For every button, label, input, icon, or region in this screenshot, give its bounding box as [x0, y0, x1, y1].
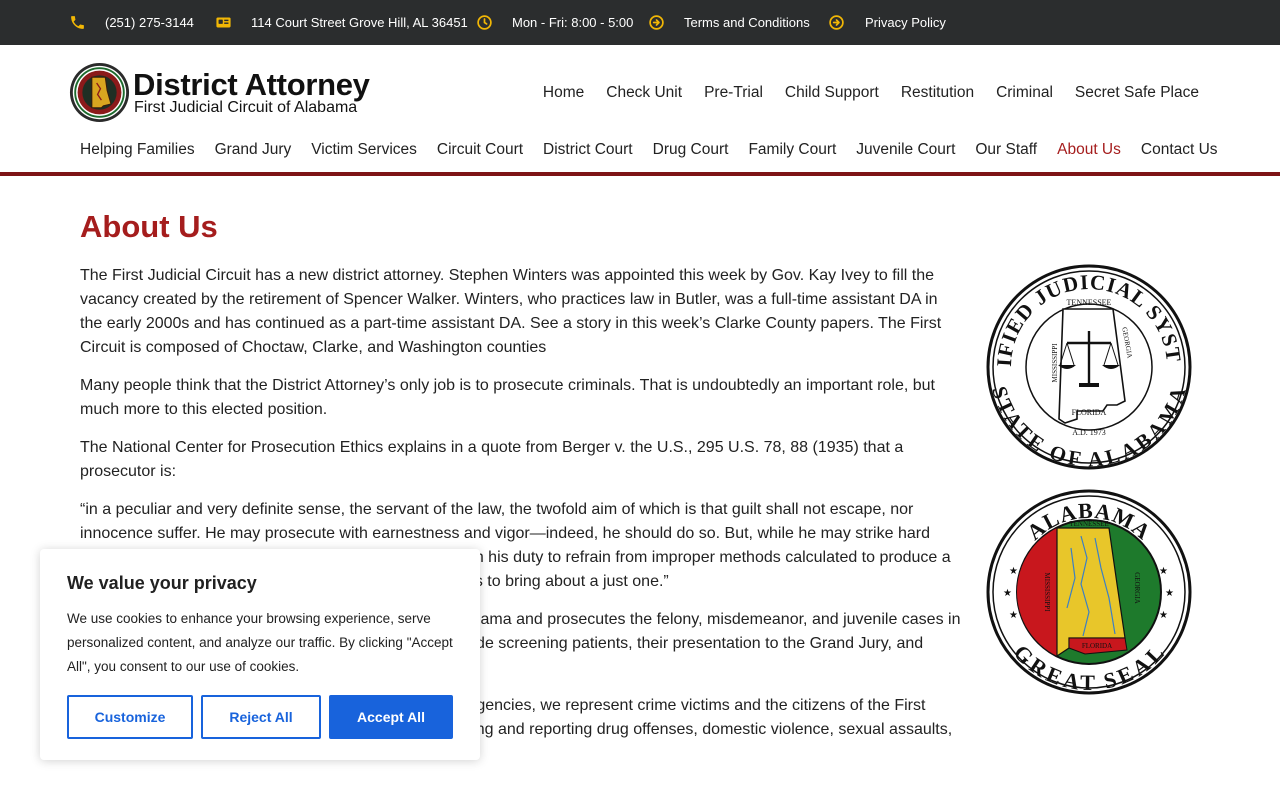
nav-child-support[interactable]: Child Support [785, 84, 879, 102]
paragraph: The First Judicial Circuit has a new dis… [80, 267, 942, 356]
star-icon: ★ [1003, 588, 1012, 599]
nav-secret-safe-place[interactable]: Secret Safe Place [1075, 84, 1199, 102]
star-icon: ★ [1159, 610, 1168, 621]
privacy-link[interactable]: Privacy Policy [865, 0, 946, 45]
top-bar: (251) 275-3144 114 Court Street Grove Hi… [0, 0, 1280, 45]
seal2-north: TENNESSEE [1069, 520, 1108, 528]
cookie-title: We value your privacy [67, 573, 257, 593]
phone-icon [71, 16, 84, 29]
cookie-consent-banner: We value your privacy We use cookies to … [40, 549, 480, 760]
nav-about-us[interactable]: About Us [1057, 141, 1121, 159]
logo-seal-icon[interactable] [69, 62, 130, 123]
nav-restitution[interactable]: Restitution [901, 84, 974, 102]
address-text: 114 Court Street Grove Hill, AL 36451 [251, 15, 468, 30]
primary-nav: Home Check Unit Pre-Trial Child Support … [521, 84, 1199, 102]
nav-helping-families[interactable]: Helping Families [80, 141, 195, 159]
unified-judicial-system-seal: UNIFIED JUDICIAL SYSTEM STATE OF ALABAMA… [985, 263, 1192, 471]
nav-drug-court[interactable]: Drug Court [653, 141, 729, 159]
nav-our-staff[interactable]: Our Staff [975, 141, 1037, 159]
nav-circuit-court[interactable]: Circuit Court [437, 141, 523, 159]
seal2-south: FLORIDA [1082, 642, 1112, 650]
reject-all-button[interactable]: Reject All [201, 695, 321, 739]
nav-pre-trial[interactable]: Pre-Trial [704, 84, 763, 102]
header-divider [0, 172, 1280, 176]
page-title: About Us [80, 209, 218, 244]
seal1-north: TENNESSEE [1067, 298, 1112, 307]
seal1-south: FLORIDA [1072, 408, 1107, 417]
terms-link[interactable]: Terms and Conditions [684, 0, 810, 45]
alabama-great-seal: ALABAMA GREAT SEAL TENNESSEE FLORIDA MIS… [986, 489, 1192, 695]
office-hours: Mon - Fri: 8:00 - 5:00 [512, 15, 634, 30]
star-icon: ★ [1159, 566, 1168, 577]
cookie-description: We use cookies to enhance your browsing … [67, 611, 453, 674]
nav-family-court[interactable]: Family Court [748, 141, 836, 159]
paragraph: Many people think that the District Atto… [80, 377, 935, 418]
seal1-west: MISSISSIPPI [1051, 343, 1059, 383]
nav-victim-services[interactable]: Victim Services [311, 141, 417, 159]
nav-district-court[interactable]: District Court [543, 141, 633, 159]
address-card-icon [216, 17, 231, 28]
star-icon: ★ [1009, 566, 1018, 577]
logo-title[interactable]: District Attorney [133, 67, 370, 103]
star-icon: ★ [1165, 588, 1174, 599]
seal2-east: GEORGIA [1133, 572, 1141, 604]
nav-home[interactable]: Home [543, 84, 584, 102]
secondary-nav: Helping Families Grand Jury Victim Servi… [80, 141, 1238, 159]
nav-criminal[interactable]: Criminal [996, 84, 1053, 102]
phone-number[interactable]: (251) 275-3144 [105, 0, 194, 45]
seal2-west: MISSISSIPPI [1043, 573, 1051, 613]
star-icon: ★ [1009, 610, 1018, 621]
paragraph: The National Center for Prosecution Ethi… [80, 439, 904, 480]
seal1-year: A.D. 1973 [1072, 428, 1106, 437]
nav-contact-us[interactable]: Contact Us [1141, 141, 1218, 159]
accept-all-button[interactable]: Accept All [329, 695, 453, 739]
arrow-circle-right-icon [829, 15, 844, 30]
customize-button[interactable]: Customize [67, 695, 193, 739]
clock-icon [477, 15, 492, 30]
nav-grand-jury[interactable]: Grand Jury [215, 141, 292, 159]
nav-juvenile-court[interactable]: Juvenile Court [856, 141, 955, 159]
arrow-circle-right-icon [649, 15, 664, 30]
nav-check-unit[interactable]: Check Unit [606, 84, 682, 102]
logo-subtitle: First Judicial Circuit of Alabama [134, 99, 358, 116]
